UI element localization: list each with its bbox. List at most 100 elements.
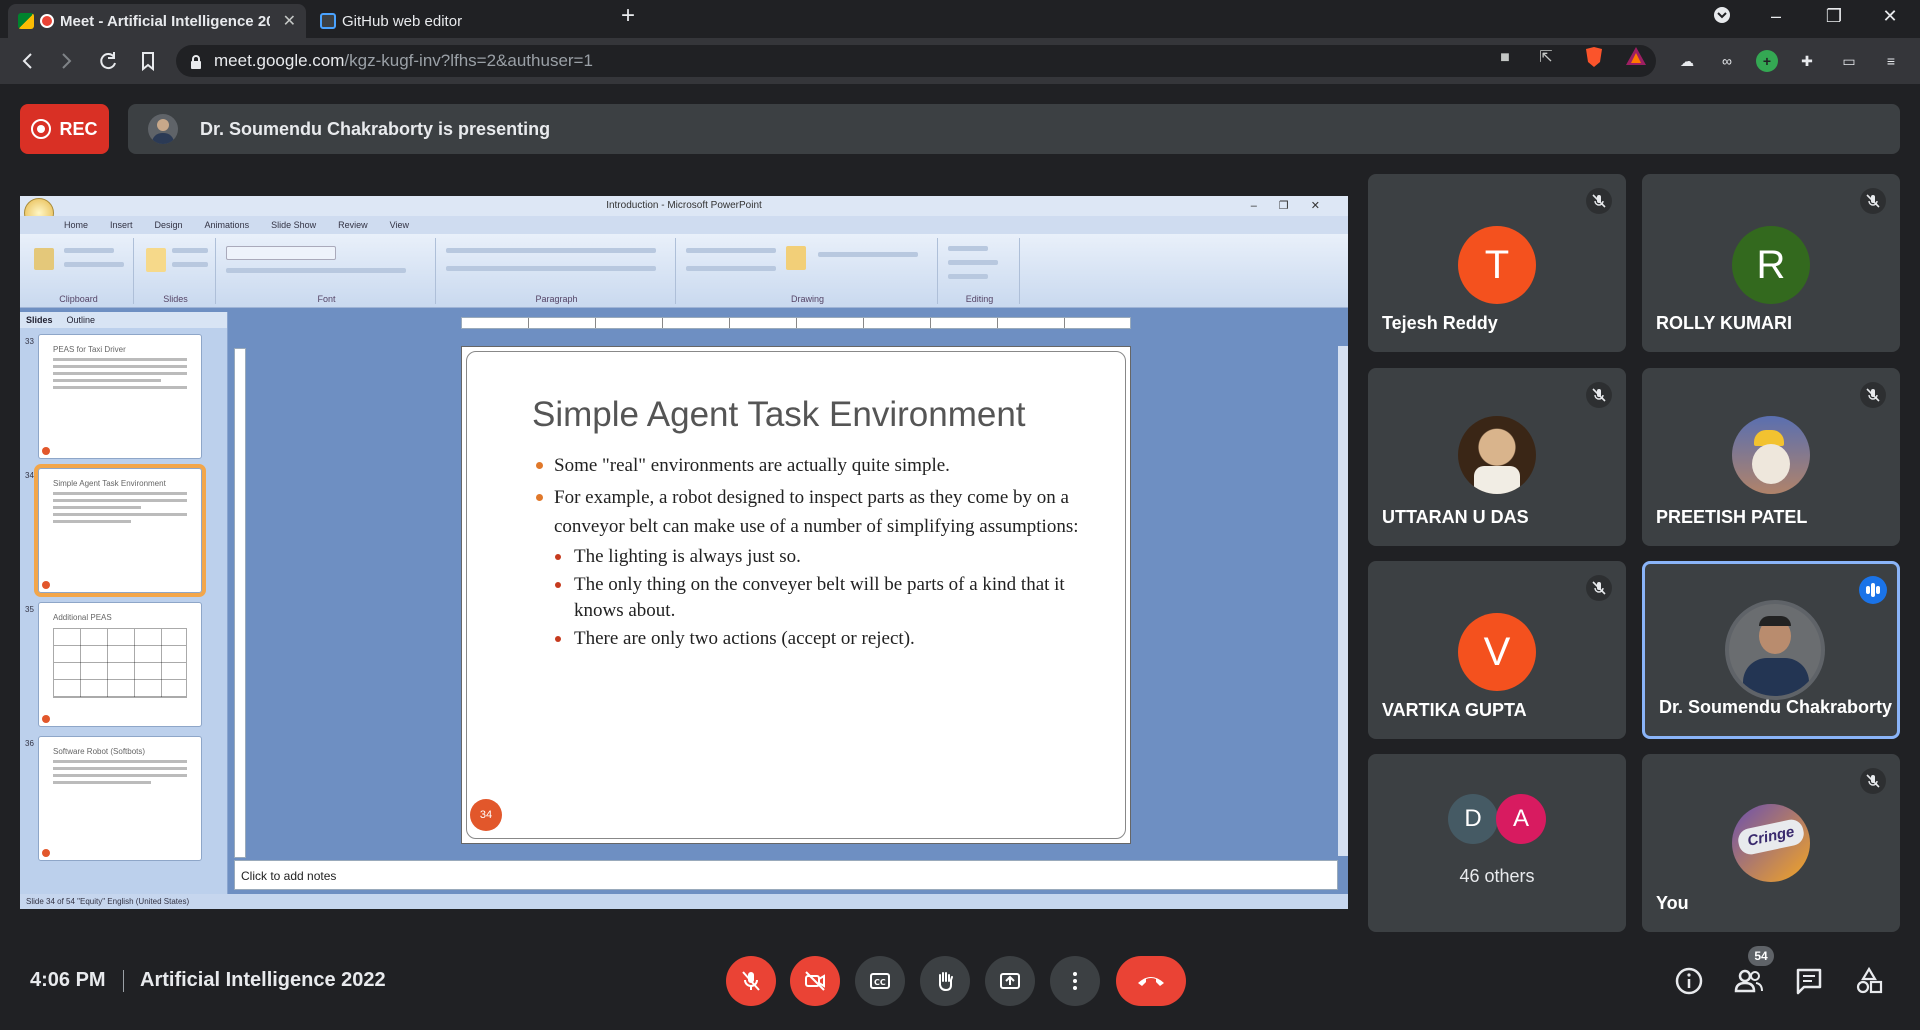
horizontal-ruler	[461, 317, 1131, 329]
slide-bullet: For example, a robot designed to inspect…	[534, 483, 1104, 541]
vertical-scrollbar[interactable]	[1338, 346, 1348, 856]
raise-hand-button[interactable]	[920, 956, 970, 1006]
wallet-icon[interactable]: ▭	[1838, 50, 1860, 72]
recording-button[interactable]: REC	[20, 104, 109, 154]
ribbon-group-clipboard: Clipboard	[24, 238, 134, 304]
meeting-details-button[interactable]	[1674, 966, 1704, 996]
close-icon[interactable]: ✕	[283, 11, 296, 31]
activities-button[interactable]	[1854, 966, 1884, 996]
ppt-ribbon: Clipboard Slides Font Paragraph Drawing	[20, 234, 1348, 308]
slide-thumbnail-selected[interactable]: 34 Simple Agent Task Environment	[25, 464, 206, 597]
plus-extension-icon[interactable]: +	[1756, 50, 1778, 72]
cloud-extension-icon[interactable]: ☁	[1676, 50, 1698, 72]
url-host: meet.google.com	[214, 51, 345, 70]
slide-thumbnail[interactable]: 35 Additional PEAS	[25, 602, 202, 727]
thumb-title: Additional PEAS	[53, 613, 112, 622]
menu-icon[interactable]: ≡	[1880, 50, 1902, 72]
brave-shield-icon[interactable]	[1582, 46, 1606, 70]
minimize-icon[interactable]: –	[1756, 6, 1796, 27]
ribbon-tab: Review	[338, 220, 368, 230]
restore-icon[interactable]: ❐	[1814, 6, 1854, 27]
participant-tile[interactable]: R ROLLY KUMARI	[1642, 174, 1900, 352]
tab-meet[interactable]: Meet - Artificial Intelligence 20 ✕	[8, 4, 306, 38]
people-button[interactable]	[1734, 966, 1764, 996]
chat-button[interactable]	[1794, 966, 1824, 996]
new-tab-icon[interactable]: +	[608, 2, 648, 30]
others-tile[interactable]: D A 46 others	[1368, 754, 1626, 932]
participant-tile[interactable]: T Tejesh Reddy	[1368, 174, 1626, 352]
slide-sub-bullet: The lighting is always just so.	[534, 544, 1104, 570]
slide-canvas[interactable]: Simple Agent Task Environment Some "real…	[461, 346, 1131, 844]
forward-icon[interactable]	[52, 47, 80, 75]
captions-icon: CC	[870, 973, 890, 989]
ribbon-group-label: Font	[317, 294, 336, 304]
thumb-marker	[42, 715, 50, 723]
more-options-button[interactable]	[1050, 956, 1100, 1006]
slide-sub-bullet: There are only two actions (accept or re…	[534, 626, 1104, 652]
recording-icon	[40, 14, 54, 28]
participant-tile[interactable]: V VARTIKA GUPTA	[1368, 561, 1626, 739]
pane-tabs: Slides Outline	[20, 312, 227, 328]
share-icon[interactable]: ⇱	[1534, 46, 1558, 70]
camera-indicator-icon[interactable]: ■	[1493, 46, 1517, 70]
camera-toggle-button[interactable]	[790, 956, 840, 1006]
pane-tab-outline[interactable]: Outline	[67, 312, 96, 328]
url-path: /kgz-kugf-inv?lfhs=2&authuser=1	[344, 51, 593, 70]
ribbon-group-label: Editing	[965, 294, 994, 304]
tab-search-icon[interactable]	[1702, 6, 1742, 29]
present-button[interactable]	[985, 956, 1035, 1006]
ribbon-tab: View	[389, 220, 409, 230]
leave-call-button[interactable]	[1116, 956, 1186, 1006]
meeting-title: Artificial Intelligence 2022	[140, 969, 386, 991]
tab-github[interactable]: GitHub web editor	[310, 4, 602, 38]
mic-off-icon	[1860, 768, 1886, 794]
mic-off-icon	[1860, 382, 1886, 408]
presenting-banner: Dr. Soumendu Chakraborty is presenting	[128, 104, 1900, 154]
slides-pane: Slides Outline 33 PEAS for Taxi Driver 3…	[20, 312, 228, 898]
extensions-puzzle-icon[interactable]: ✚	[1796, 50, 1818, 72]
brave-rewards-icon[interactable]	[1624, 46, 1648, 70]
avatar: A	[1496, 794, 1546, 844]
slide-thumbnail[interactable]: 36 Software Robot (Softbots)	[25, 736, 202, 861]
presenter-photo-avatar	[1725, 600, 1825, 700]
ribbon-tab: Home	[64, 220, 89, 230]
pane-tab-slides[interactable]: Slides	[26, 312, 53, 328]
slide-sub-bullet: The only thing on the conveyer belt will…	[534, 572, 1104, 624]
mic-off-icon	[1586, 575, 1612, 601]
back-icon[interactable]	[14, 47, 42, 75]
participant-name: PREETISH PATEL	[1656, 507, 1808, 527]
thumb-number: 34	[25, 471, 34, 480]
participant-count-badge: 54	[1748, 946, 1774, 966]
slide-bullet: Some "real" environments are actually qu…	[534, 451, 1104, 480]
google-meet-icon	[18, 13, 34, 29]
reload-icon[interactable]	[94, 47, 122, 75]
participant-name: VARTIKA GUPTA	[1382, 700, 1527, 720]
sticker-text: Cringe	[1736, 817, 1806, 857]
slide-thumbnail[interactable]: 33 PEAS for Taxi Driver	[25, 334, 202, 459]
participant-tile-self[interactable]: Cringe You	[1642, 754, 1900, 932]
ppt-title-bar: Introduction - Microsoft PowerPoint –❐✕	[20, 196, 1348, 216]
record-icon	[31, 119, 52, 139]
captions-button[interactable]: CC	[855, 956, 905, 1006]
mic-toggle-button[interactable]	[726, 956, 776, 1006]
notes-field[interactable]: Click to add notes	[234, 860, 1338, 890]
thumb-marker	[42, 581, 50, 589]
ppt-window-controls: –❐✕	[1250, 200, 1342, 212]
shared-screen: Introduction - Microsoft PowerPoint –❐✕ …	[20, 196, 1348, 909]
more-vert-icon	[1073, 972, 1077, 990]
ribbon-group-label: Paragraph	[535, 294, 578, 304]
mic-off-icon	[1860, 188, 1886, 214]
bookmark-icon[interactable]	[134, 47, 162, 75]
mic-off-icon	[1586, 382, 1612, 408]
participant-tile-speaking[interactable]: Dr. Soumendu Chakraborty	[1642, 561, 1900, 739]
presenter-avatar	[148, 114, 178, 144]
presenting-text: Dr. Soumendu Chakraborty is presenting	[200, 118, 551, 139]
participant-tile[interactable]: PREETISH PATEL	[1642, 368, 1900, 546]
glasses-extension-icon[interactable]: ∞	[1716, 50, 1738, 72]
thumb-marker	[42, 849, 50, 857]
address-bar[interactable]: meet.google.com /kgz-kugf-inv?lfhs=2&aut…	[176, 45, 1656, 77]
close-window-icon[interactable]: ✕	[1870, 6, 1910, 27]
speaking-indicator-icon	[1859, 576, 1887, 604]
hand-icon	[939, 972, 953, 992]
participant-tile[interactable]: UTTARAN U DAS	[1368, 368, 1626, 546]
